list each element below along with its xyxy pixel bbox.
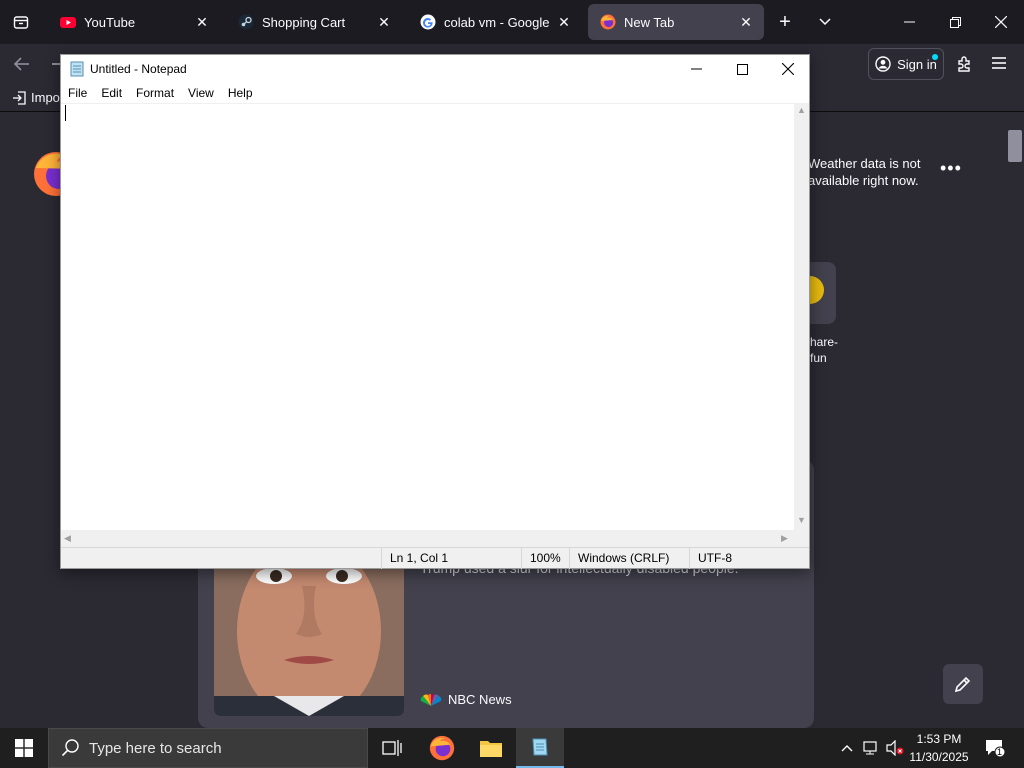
account-icon — [875, 56, 891, 72]
tab-title: New Tab — [624, 14, 675, 30]
page-scrollbar[interactable] — [1006, 112, 1024, 728]
taskbar-file-explorer-icon[interactable] — [467, 728, 515, 768]
search-placeholder: Type here to search — [89, 739, 222, 757]
steam-icon — [238, 14, 254, 30]
import-bookmarks-button[interactable]: Impo — [12, 90, 60, 105]
status-encoding: UTF-8 — [689, 548, 809, 569]
taskbar-firefox-icon[interactable] — [418, 728, 466, 768]
nbc-peacock-icon — [420, 693, 442, 706]
status-cursor-position: Ln 1, Col 1 — [381, 548, 521, 569]
close-tab-icon[interactable]: ✕ — [372, 14, 396, 31]
scroll-left-arrow-icon[interactable]: ◀ — [64, 533, 71, 544]
scroll-up-arrow-icon[interactable]: ▲ — [797, 105, 806, 115]
status-zoom: 100% — [521, 548, 569, 569]
weather-more-options-icon[interactable]: ••• — [940, 158, 962, 179]
task-view-icon[interactable] — [368, 728, 416, 768]
scroll-right-arrow-icon[interactable]: ▶ — [781, 533, 788, 544]
close-tab-icon[interactable]: ✕ — [190, 14, 214, 31]
notepad-horizontal-scrollbar[interactable]: ◀ ▶ — [61, 530, 794, 547]
windows-logo-icon — [15, 739, 33, 757]
forward-arrow-icon[interactable] — [52, 63, 60, 65]
customize-pencil-icon[interactable] — [943, 664, 983, 704]
menu-format[interactable]: Format — [129, 86, 181, 100]
import-icon — [13, 90, 26, 105]
search-icon — [61, 739, 79, 757]
menu-view[interactable]: View — [181, 86, 221, 100]
notepad-menu-bar: File Edit Format View Help — [61, 83, 809, 103]
tab-shopping-cart[interactable]: Shopping Cart ✕ — [226, 4, 402, 40]
close-tab-icon[interactable]: ✕ — [734, 14, 758, 31]
tab-youtube[interactable]: YouTube ✕ — [48, 4, 220, 40]
tab-overview-icon[interactable] — [0, 0, 42, 44]
tab-title: YouTube — [84, 14, 136, 30]
notification-count: 1 — [997, 747, 1003, 757]
tab-new-tab[interactable]: New Tab ✕ — [588, 4, 764, 40]
shortcut-label: hare- fun — [810, 334, 838, 366]
notepad-window: Untitled - Notepad File Edit Format View… — [60, 54, 810, 569]
taskbar-clock[interactable]: 1:53 PM 11/30/2025 — [900, 730, 978, 766]
clock-time: 1:53 PM — [916, 732, 962, 746]
story-thumbnail — [214, 556, 404, 716]
tab-title: Shopping Cart — [262, 14, 346, 30]
close-window-icon[interactable] — [978, 0, 1024, 44]
back-arrow-icon[interactable] — [12, 54, 32, 79]
menu-file[interactable]: File — [61, 86, 94, 100]
sign-in-button[interactable]: Sign in — [868, 48, 944, 80]
tab-title: colab vm - Google Search — [444, 14, 552, 30]
minimize-window-icon[interactable] — [886, 0, 932, 44]
taskbar-search-box[interactable]: Type here to search — [48, 728, 368, 768]
import-bookmarks-label: Impo — [31, 90, 60, 105]
menu-edit[interactable]: Edit — [94, 86, 129, 100]
firefox-icon — [600, 14, 616, 30]
notepad-maximize-icon[interactable] — [719, 55, 765, 83]
tab-google-search[interactable]: colab vm - Google Search ✕ — [408, 4, 582, 40]
story-source: NBC News — [420, 692, 512, 707]
scroll-down-arrow-icon[interactable]: ▼ — [797, 515, 806, 525]
notepad-status-bar: Ln 1, Col 1 100% Windows (CRLF) UTF-8 — [61, 547, 809, 569]
notepad-close-icon[interactable] — [765, 55, 811, 83]
taskbar-notepad-icon[interactable] — [516, 728, 564, 768]
notepad-minimize-icon[interactable] — [673, 55, 719, 83]
network-icon[interactable] — [860, 728, 882, 768]
close-tab-icon[interactable]: ✕ — [552, 14, 576, 31]
text-caret — [65, 105, 66, 121]
notepad-title-bar[interactable]: Untitled - Notepad — [61, 55, 809, 83]
page-scrollbar-thumb[interactable] — [1008, 130, 1022, 162]
weather-widget: Weather data is not available right now. — [808, 155, 928, 189]
menu-help[interactable]: Help — [221, 86, 260, 100]
sign-in-label: Sign in — [897, 56, 937, 72]
list-all-tabs-chevron-icon[interactable] — [804, 0, 846, 44]
notepad-title: Untitled - Notepad — [90, 62, 187, 76]
weather-message-line-1: Weather data is not — [808, 156, 921, 171]
start-button[interactable] — [0, 728, 48, 768]
shortcut-label-line-2: fun — [810, 351, 827, 365]
show-hidden-icons-chevron-icon[interactable] — [836, 728, 858, 768]
weather-message-line-2: available right now. — [808, 173, 919, 188]
notepad-vertical-scrollbar[interactable]: ▲ ▼ — [794, 103, 809, 530]
story-source-label: NBC News — [448, 692, 512, 707]
restore-window-icon[interactable] — [932, 0, 978, 44]
windows-taskbar: Type here to search 1:53 PM 11/30/2025 1 — [0, 728, 1024, 768]
shortcut-label-line-1: hare- — [810, 335, 839, 349]
notepad-app-icon — [70, 61, 84, 77]
status-line-endings: Windows (CRLF) — [569, 548, 689, 569]
notification-center-icon[interactable]: 1 — [980, 728, 1010, 768]
new-tab-plus-icon[interactable]: + — [764, 0, 806, 44]
extensions-icon[interactable] — [954, 54, 974, 79]
clock-date: 11/30/2025 — [909, 750, 969, 764]
app-menu-icon[interactable] — [990, 54, 1008, 77]
notepad-text-area[interactable] — [61, 103, 794, 530]
youtube-icon — [60, 17, 76, 28]
notification-dot — [932, 54, 938, 60]
scrollbar-corner — [794, 530, 809, 547]
google-icon — [420, 14, 436, 30]
browser-tab-bar: YouTube ✕ Shopping Cart ✕ colab vm - Goo… — [0, 0, 1024, 44]
